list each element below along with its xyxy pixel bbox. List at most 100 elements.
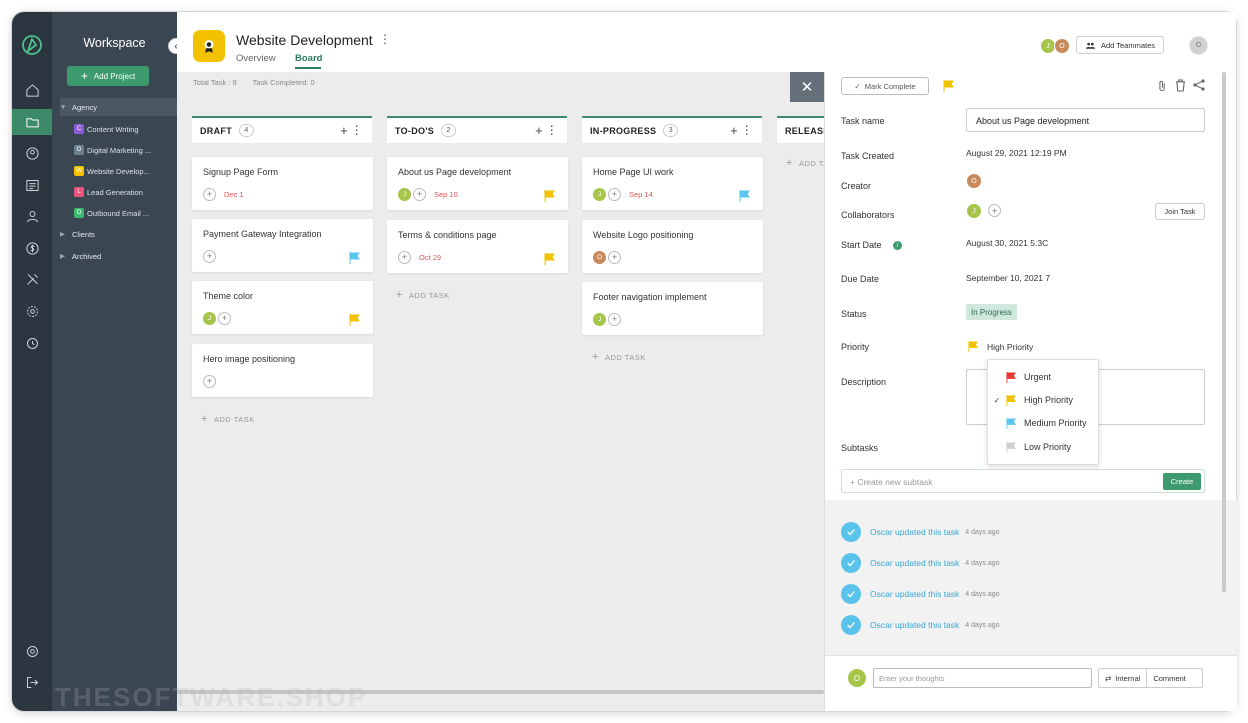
project-item-content-writing[interactable]: C Content Writing — [74, 119, 177, 139]
add-assignee-icon[interactable]: + — [203, 249, 216, 263]
column-menu-icon[interactable]: ⋮ — [546, 123, 558, 137]
due-date-value[interactable]: September 10, 2021 7 — [966, 273, 1050, 283]
add-assignee-icon[interactable]: + — [608, 250, 621, 264]
activity-text[interactable]: Oscar updated this task — [870, 589, 959, 599]
task-card[interactable]: Payment Gateway Integration + — [192, 219, 373, 272]
project-label: Content Writing — [87, 124, 139, 134]
activity-item: Oscar updated this task 4 days ago — [841, 553, 1000, 573]
card-due-date: Dec 1 — [224, 189, 244, 199]
task-card[interactable]: Home Page UI work J + Sep 14 — [582, 157, 763, 210]
add-teammates-button[interactable]: Add Teammates — [1076, 36, 1164, 54]
column-menu-icon[interactable]: ⋮ — [351, 123, 363, 137]
comment-input[interactable]: Enter your thoughts — [873, 668, 1092, 688]
add-card-icon[interactable]: + — [535, 123, 543, 138]
start-date-value[interactable]: August 30, 2021 5:3C — [966, 238, 1048, 248]
history-icon[interactable] — [12, 330, 52, 356]
priority-option-high[interactable]: ✓ High Priority — [988, 389, 1100, 411]
add-card-icon[interactable]: + — [730, 123, 738, 138]
user-icon[interactable] — [12, 203, 52, 229]
tab-board[interactable]: Board — [295, 53, 322, 64]
gear-icon[interactable] — [12, 298, 52, 324]
collaborator-avatar[interactable]: J — [966, 203, 982, 219]
logout-icon[interactable] — [12, 669, 52, 695]
add-card-icon[interactable]: + — [340, 123, 348, 138]
activity-text[interactable]: Oscar updated this task — [870, 558, 959, 568]
add-assignee-icon[interactable]: + — [608, 187, 621, 201]
column-menu-icon[interactable]: ⋮ — [741, 123, 753, 137]
trash-icon[interactable] — [1175, 79, 1186, 92]
group-label: Archived — [72, 251, 102, 261]
help-icon[interactable] — [12, 638, 52, 664]
vertical-scrollbar[interactable] — [1222, 72, 1226, 592]
flag-icon — [349, 314, 360, 326]
teammate-avatar[interactable]: O — [1054, 38, 1070, 54]
join-task-button[interactable]: Join Task — [1155, 203, 1205, 220]
column-count: 2 — [441, 124, 457, 137]
status-badge[interactable]: In Progress — [966, 304, 1017, 320]
comment-button[interactable]: Comment — [1147, 674, 1192, 683]
create-subtask-button[interactable]: Create — [1163, 473, 1201, 490]
task-card[interactable]: Signup Page Form + Dec 1 — [192, 157, 373, 210]
priority-option-medium[interactable]: Medium Priority — [988, 412, 1100, 434]
list-icon[interactable] — [12, 172, 52, 198]
subtask-input[interactable]: + Create new subtask — [850, 477, 932, 487]
dollar-icon[interactable] — [12, 235, 52, 261]
info-icon[interactable]: i — [893, 241, 902, 250]
project-item-lead-generation[interactable]: L Lead Generation — [74, 182, 177, 202]
add-project-button[interactable]: + Add Project — [67, 66, 149, 86]
creator-avatar[interactable]: O — [966, 173, 982, 189]
priority-value[interactable]: High Priority — [987, 342, 1033, 352]
priority-option-urgent[interactable]: Urgent — [988, 366, 1100, 388]
add-task-button[interactable]: + ADD TASK — [592, 351, 646, 363]
project-item-outbound-email[interactable]: O Outbound Email ... — [74, 203, 177, 223]
task-completed-count: Task Completed: 0 — [252, 78, 315, 87]
group-archived[interactable]: ▶ Archived — [60, 247, 175, 265]
task-card[interactable]: About us Page development J + Sep 10 — [387, 157, 568, 210]
card-title: Signup Page Form — [203, 167, 279, 177]
option-label: Medium Priority — [1024, 418, 1087, 428]
activity-text[interactable]: Oscar updated this task — [870, 527, 959, 537]
add-task-button[interactable]: + ADD TASK — [201, 413, 255, 425]
priority-option-low[interactable]: Low Priority — [988, 436, 1100, 458]
add-task-button[interactable]: + ADD TASK — [786, 157, 824, 169]
folder-icon[interactable] — [12, 109, 52, 135]
app-logo-icon[interactable] — [12, 30, 52, 60]
mark-complete-button[interactable]: ✓ Mark Complete — [841, 77, 929, 95]
add-collaborator-icon[interactable]: + — [988, 204, 1001, 217]
add-assignee-icon[interactable]: + — [398, 250, 411, 264]
column-count: 4 — [239, 124, 254, 137]
close-panel-button[interactable]: ✕ — [790, 72, 824, 102]
project-item-digital-marketing[interactable]: D Digital Marketing ... — [74, 140, 177, 160]
user-avatar[interactable]: O — [1189, 36, 1208, 55]
caret-down-icon: ▼ — [60, 103, 67, 111]
profile-icon[interactable] — [12, 140, 52, 166]
home-icon[interactable] — [12, 77, 52, 103]
priority-flag-icon[interactable] — [943, 80, 955, 92]
task-card[interactable]: Hero image positioning + — [192, 344, 373, 397]
more-options-icon[interactable]: ⋮ — [379, 32, 391, 46]
add-assignee-icon[interactable]: + — [413, 187, 426, 201]
add-assignee-icon[interactable]: + — [218, 311, 231, 325]
activity-time: 4 days ago — [965, 559, 1000, 567]
tools-icon[interactable] — [12, 266, 52, 292]
internal-button[interactable]: ⇄ Internal — [1099, 669, 1148, 687]
tab-overview[interactable]: Overview — [236, 53, 276, 64]
task-card[interactable]: Footer navigation implement J + — [582, 282, 763, 335]
task-card[interactable]: Terms & conditions page + Oct 29 — [387, 220, 568, 273]
share-icon[interactable] — [1193, 79, 1205, 91]
add-task-button[interactable]: + ADD TASK — [396, 289, 450, 301]
group-clients[interactable]: ▶ Clients — [60, 225, 175, 243]
task-card[interactable]: Theme color J + — [192, 281, 373, 334]
add-assignee-icon[interactable]: + — [608, 312, 621, 326]
card-due-date: Sep 14 — [629, 189, 653, 199]
attachment-icon[interactable] — [1157, 80, 1168, 92]
add-assignee-icon[interactable]: + — [203, 374, 216, 388]
task-card[interactable]: Website Logo positioning O + — [582, 220, 763, 273]
task-name-input[interactable]: About us Page development — [966, 108, 1205, 132]
add-assignee-icon[interactable]: + — [203, 187, 216, 201]
activity-text[interactable]: Oscar updated this task — [870, 620, 959, 630]
assignee-avatar: O — [593, 250, 606, 264]
group-agency[interactable]: ▼ Agency — [60, 98, 177, 116]
project-item-website-development[interactable]: W Website Develop... — [74, 161, 177, 181]
icon-rail — [12, 12, 52, 711]
